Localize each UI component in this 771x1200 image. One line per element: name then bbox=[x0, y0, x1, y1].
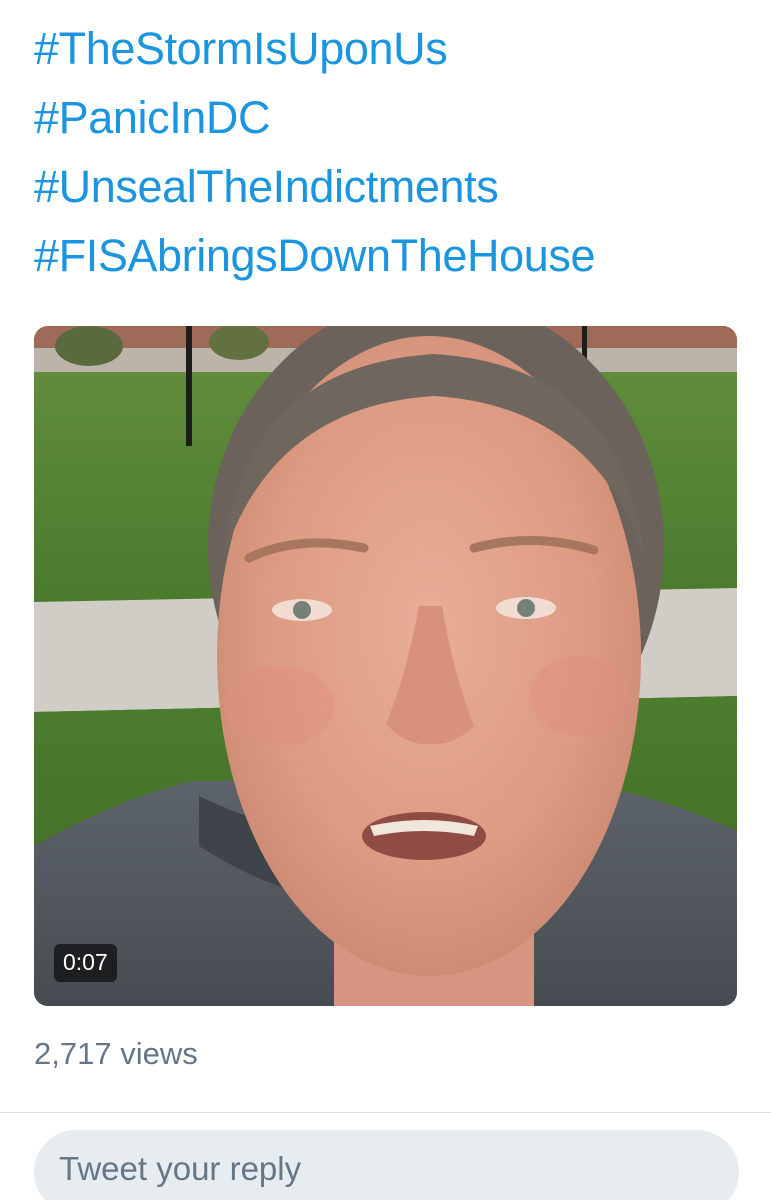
hashtag-link[interactable]: #FISAbringsDownTheHouse bbox=[34, 221, 595, 290]
view-count: 2,717 views bbox=[34, 1036, 198, 1071]
video-duration-badge: 0:07 bbox=[54, 944, 117, 982]
hashtag-link[interactable]: #PanicInDC bbox=[34, 83, 595, 152]
tweet-detail: #TheStormIsUponUs #PanicInDC #UnsealTheI… bbox=[0, 0, 771, 1200]
hashtag-link[interactable]: #TheStormIsUponUs bbox=[34, 14, 595, 83]
tweet-text: #TheStormIsUponUs #PanicInDC #UnsealTheI… bbox=[34, 14, 595, 290]
video-player[interactable]: 0:07 bbox=[34, 326, 737, 1006]
divider bbox=[0, 1112, 771, 1113]
hashtag-link[interactable]: #UnsealTheIndictments bbox=[34, 152, 595, 221]
video-thumbnail bbox=[34, 326, 737, 1006]
reply-placeholder: Tweet your reply bbox=[59, 1150, 302, 1187]
reply-input[interactable]: Tweet your reply bbox=[34, 1130, 739, 1200]
